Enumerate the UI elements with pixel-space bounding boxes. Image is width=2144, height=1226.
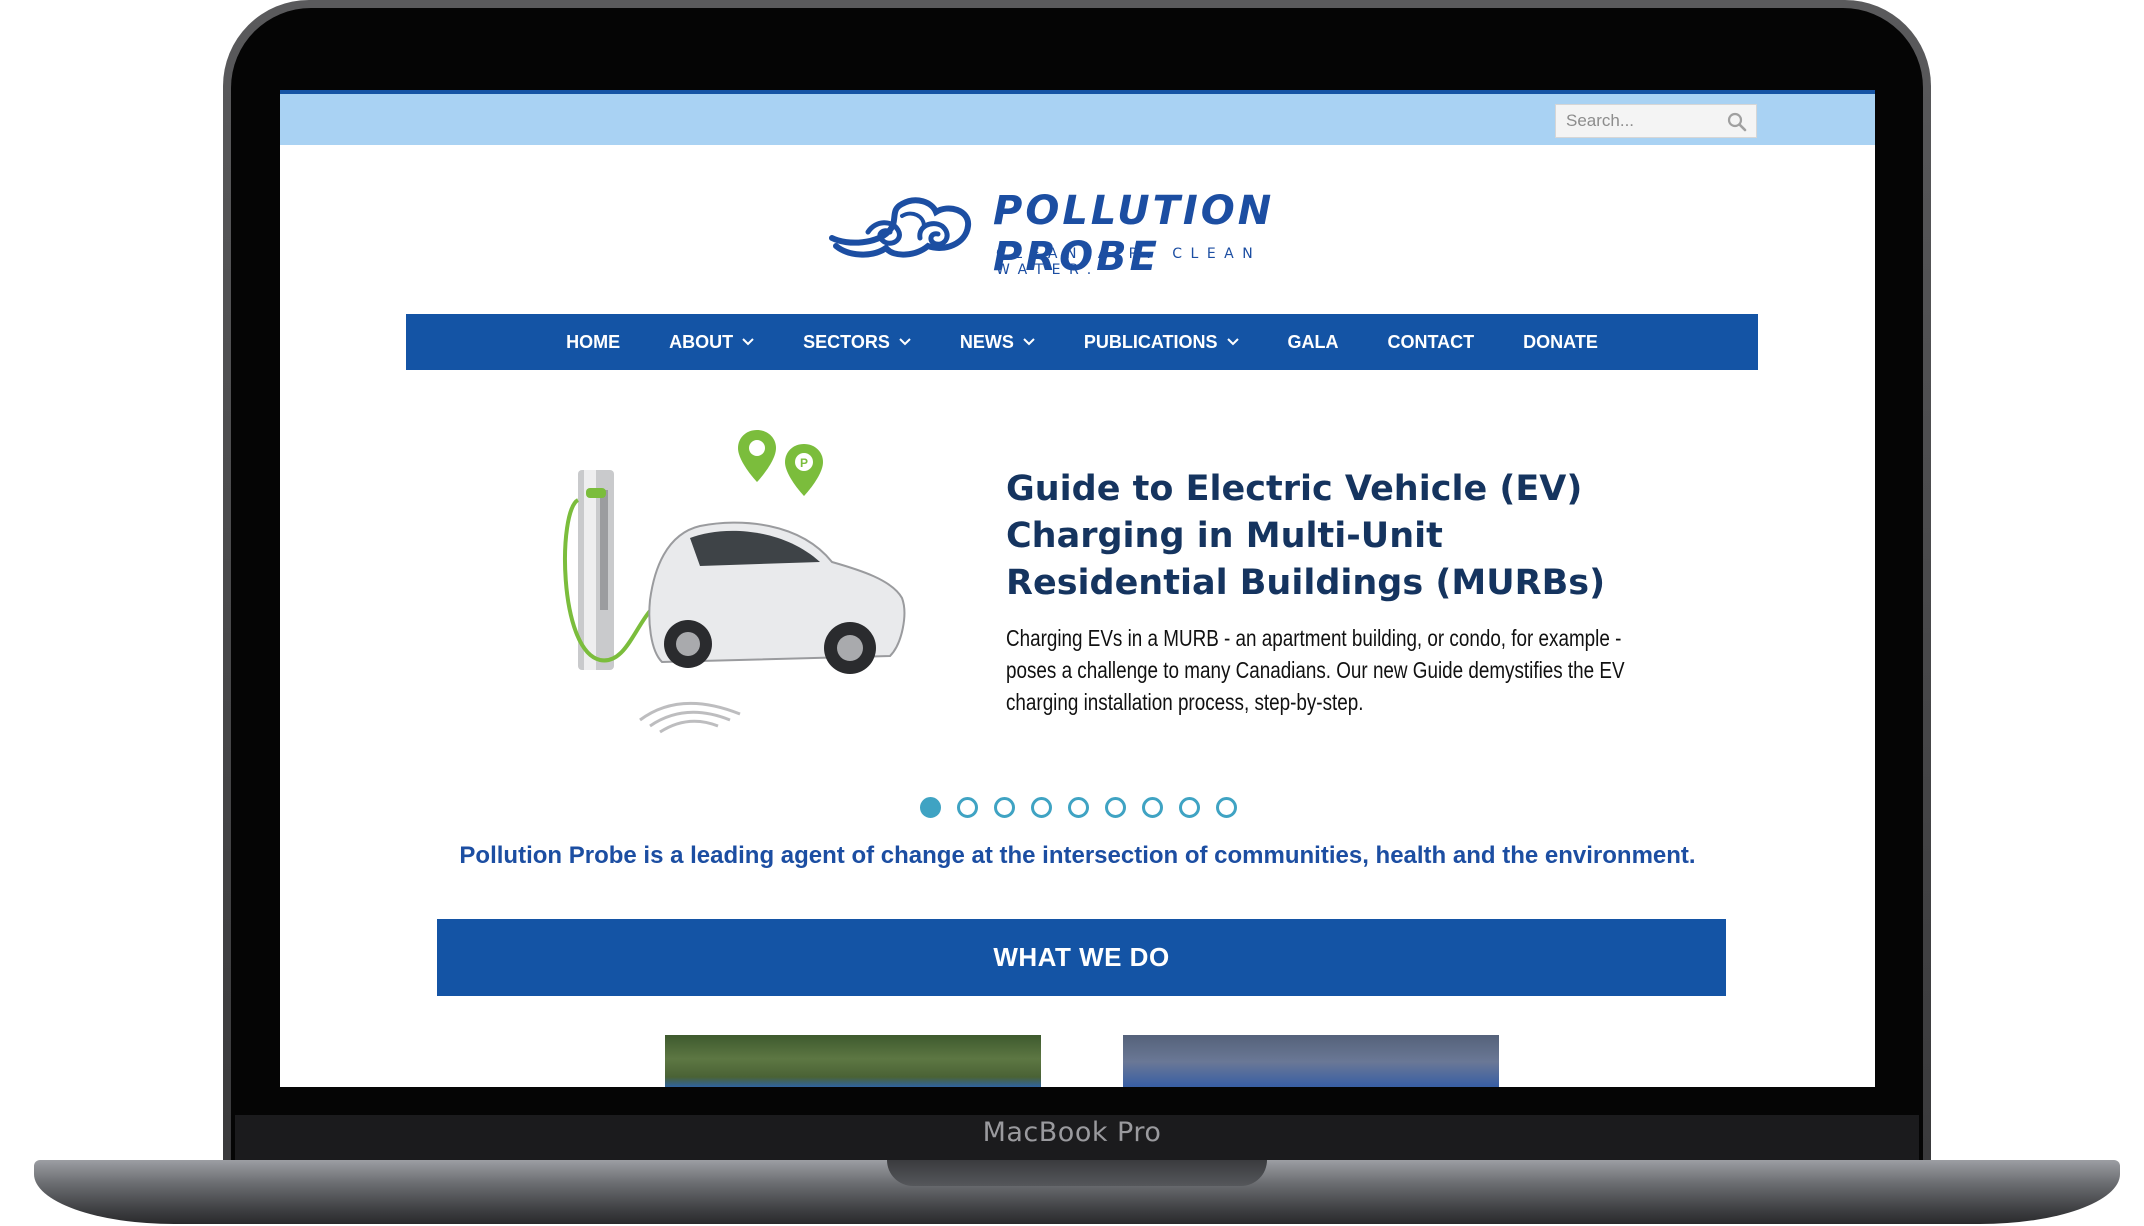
slider-dot[interactable] bbox=[1216, 797, 1237, 818]
parking-pin-icon: P bbox=[785, 444, 823, 496]
slider-dot[interactable] bbox=[1142, 797, 1163, 818]
nav-item-label: ABOUT bbox=[669, 331, 734, 352]
slider-dot[interactable] bbox=[1105, 797, 1126, 818]
website-screen: POLLUTION PROBE CLEAN AIR. CLEAN WATER. … bbox=[280, 90, 1875, 1087]
search-box bbox=[1555, 104, 1757, 138]
wireless-signal-icon bbox=[639, 701, 741, 734]
section-card-image[interactable] bbox=[665, 1035, 1041, 1087]
svg-text:P: P bbox=[800, 456, 808, 470]
search-input[interactable] bbox=[1556, 105, 1756, 137]
laptop-notch bbox=[887, 1160, 1267, 1186]
mission-tagline: Pollution Probe is a leading agent of ch… bbox=[459, 842, 1696, 869]
section-card-image[interactable] bbox=[1123, 1035, 1499, 1087]
chevron-down-icon bbox=[1226, 338, 1239, 346]
chevron-down-icon bbox=[1023, 338, 1035, 346]
top-bar bbox=[280, 90, 1875, 145]
nav-item-label: GALA bbox=[1287, 331, 1339, 352]
slider-dot-active[interactable] bbox=[920, 797, 941, 818]
slider-dot[interactable] bbox=[994, 797, 1015, 818]
slide-title[interactable]: Guide to Electric Vehicle (EV) Charging … bbox=[1006, 466, 1646, 607]
nav-item-donate[interactable]: DONATE bbox=[1499, 332, 1623, 353]
what-we-do-heading: WHAT WE DO bbox=[437, 919, 1726, 996]
cloud-logo-icon bbox=[829, 197, 972, 258]
slider-dot[interactable] bbox=[1031, 797, 1052, 818]
nav-item-label: HOME bbox=[566, 331, 621, 352]
nav-item-home[interactable]: HOME bbox=[542, 332, 645, 353]
nav-item-label: SECTORS bbox=[803, 331, 890, 352]
logo-tagline: CLEAN AIR. CLEAN WATER. bbox=[996, 246, 1262, 278]
location-pin-icon bbox=[738, 430, 776, 482]
charging-station-icon bbox=[563, 470, 665, 670]
slide-description: Charging EVs in a MURB - an apartment bu… bbox=[1006, 625, 1625, 715]
nav-item-sectors[interactable]: SECTORS bbox=[779, 332, 936, 353]
nav-item-contact[interactable]: CONTACT bbox=[1363, 332, 1499, 353]
nav-item-publications[interactable]: PUBLICATIONS bbox=[1059, 332, 1263, 353]
chevron-down-icon bbox=[742, 338, 754, 346]
slider-dot[interactable] bbox=[957, 797, 978, 818]
chevron-down-icon bbox=[899, 338, 911, 346]
nav-item-label: NEWS bbox=[959, 331, 1014, 352]
site-logo[interactable]: POLLUTION PROBE CLEAN AIR. CLEAN WATER. bbox=[828, 186, 1348, 280]
ev-charging-illustration[interactable]: P bbox=[550, 430, 920, 740]
slider-dot[interactable] bbox=[1179, 797, 1200, 818]
nav-item-news[interactable]: NEWS bbox=[935, 332, 1059, 353]
nav-item-label: CONTACT bbox=[1387, 331, 1475, 352]
slider-dot[interactable] bbox=[1068, 797, 1089, 818]
nav-item-label: DONATE bbox=[1523, 331, 1598, 352]
electric-car-icon bbox=[648, 521, 906, 674]
nav-item-label: PUBLICATIONS bbox=[1083, 331, 1218, 352]
slider-pagination bbox=[920, 797, 1237, 818]
main-navigation: HOME ABOUT SECTORS NEWS PUBLICATIONS GAL… bbox=[406, 314, 1758, 370]
search-icon[interactable] bbox=[1727, 112, 1747, 132]
nav-item-about[interactable]: ABOUT bbox=[645, 332, 779, 353]
device-label: MacBook Pro bbox=[982, 1117, 1162, 1148]
nav-item-gala[interactable]: GALA bbox=[1263, 332, 1363, 353]
